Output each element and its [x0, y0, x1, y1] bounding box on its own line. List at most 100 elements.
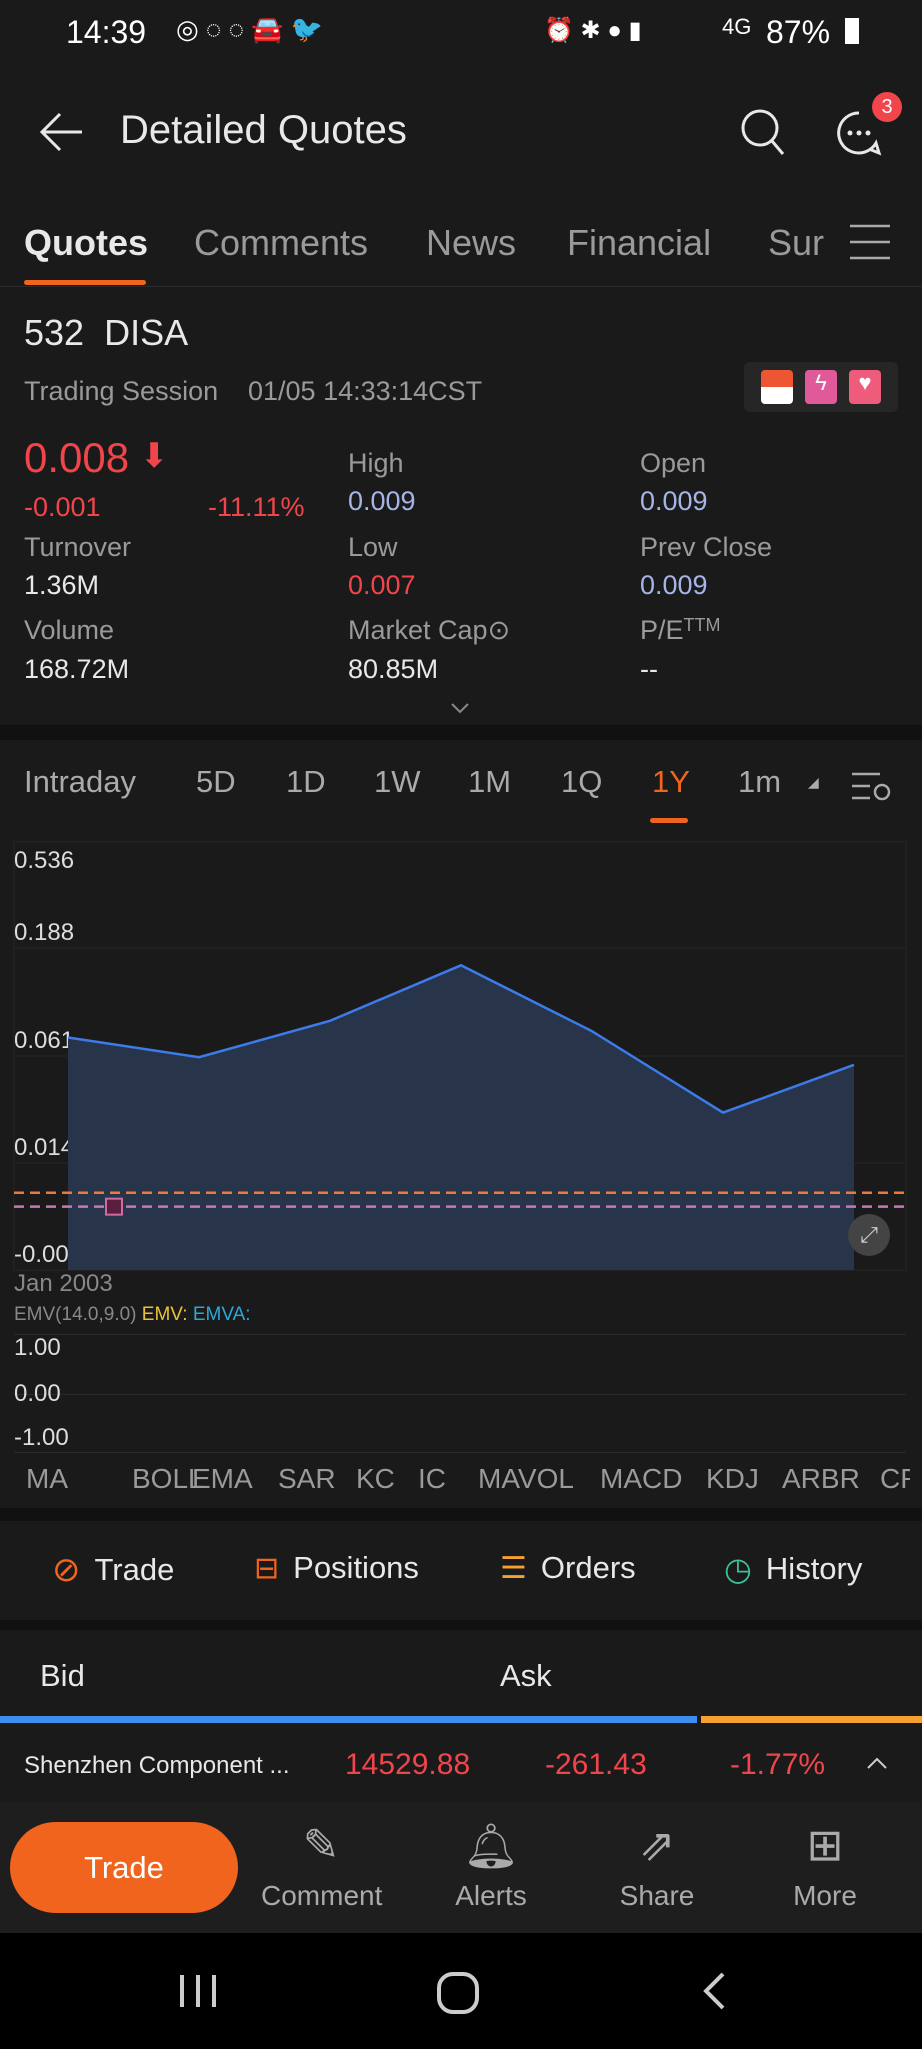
- recent-apps-icon[interactable]: [178, 1973, 218, 2009]
- section-separator: [0, 725, 922, 740]
- tab-financial[interactable]: Financial: [567, 222, 711, 264]
- y-tick-label: 0.536: [14, 847, 74, 874]
- share-icon: ⇗: [638, 1821, 676, 1870]
- pe-value: --: [640, 654, 658, 684]
- volume-value: 168.72M: [24, 654, 130, 684]
- battery-percent: 87%: [766, 14, 831, 50]
- volume-label: Volume: [24, 615, 115, 645]
- info-icon[interactable]: ⊙: [488, 615, 511, 645]
- y-tick-label: 0.188: [14, 919, 74, 946]
- stock-name: DISA: [104, 312, 189, 353]
- market-cap-label[interactable]: Market Cap⊙: [348, 615, 510, 646]
- emv-label: EMV:: [141, 1304, 188, 1325]
- open-value: 0.009: [640, 486, 708, 516]
- indicator-tick: -1.00: [14, 1424, 69, 1451]
- grid-line: [14, 1334, 906, 1335]
- share-button[interactable]: ⇗ Share: [597, 1820, 717, 1912]
- orders-action[interactable]: ☰ Orders: [500, 1550, 636, 1586]
- period-1m[interactable]: 1M: [468, 764, 511, 800]
- bid-label: Bid: [40, 1658, 85, 1693]
- indicator-tab-ic[interactable]: IC: [418, 1463, 446, 1495]
- positions-action[interactable]: ⊟ Positions: [254, 1550, 419, 1586]
- indicator-tab-ema[interactable]: EMA: [192, 1463, 253, 1495]
- trade-button[interactable]: Trade: [10, 1822, 238, 1913]
- turnover-value: 1.36M: [24, 570, 100, 600]
- android-nav-bar: [0, 1933, 922, 2049]
- indicator-tab-cr[interactable]: CR: [880, 1463, 910, 1495]
- indicator-tab-mavol[interactable]: MAVOL: [478, 1463, 574, 1495]
- search-icon[interactable]: [740, 108, 786, 156]
- indicator-tab-kdj[interactable]: KDJ: [706, 1463, 759, 1495]
- period-minute-dropdown[interactable]: 1m: [738, 764, 781, 800]
- low-label: Low: [348, 532, 398, 562]
- more-label: More: [793, 1880, 857, 1911]
- prev-close-label: Prev Close: [640, 532, 773, 562]
- period-1y[interactable]: 1Y: [652, 764, 690, 800]
- period-1q[interactable]: 1Q: [561, 764, 602, 800]
- period-5d[interactable]: 5D: [196, 764, 236, 800]
- grid-line: [14, 1394, 906, 1395]
- indicator-tab-macd[interactable]: MACD: [600, 1463, 682, 1495]
- tab-sur[interactable]: Sur: [768, 222, 824, 264]
- expand-chevron-icon[interactable]: [450, 702, 470, 714]
- positions-action-label: Positions: [293, 1550, 419, 1585]
- trade-action[interactable]: ⊘ Trade: [52, 1550, 174, 1590]
- open-label: Open: [640, 448, 707, 478]
- period-intraday[interactable]: Intraday: [24, 764, 136, 800]
- positions-icon: ⊟: [254, 1551, 280, 1585]
- turnover-label: Turnover: [24, 532, 132, 562]
- back-nav-icon[interactable]: [702, 1971, 726, 2011]
- price-chart[interactable]: 0.5360.1880.0610.014-0.004: [0, 836, 922, 1276]
- status-bar: 14:39 ◎ ◌ ◌ 🚘 🐦 ⏰ ✱ ● ▮ 4G 87%: [0, 0, 922, 66]
- chart-settings-icon[interactable]: [850, 770, 892, 804]
- indicator-tab-ma[interactable]: MA: [26, 1463, 68, 1495]
- pencil-icon: ✎: [302, 1821, 340, 1870]
- indicator-tab-sar[interactable]: SAR: [278, 1463, 336, 1495]
- tab-comments[interactable]: Comments: [194, 222, 368, 264]
- favorite-heart-icon[interactable]: ♥: [849, 370, 881, 404]
- high-value: 0.009: [348, 486, 416, 516]
- active-period-indicator: [650, 818, 688, 823]
- orders-action-label: Orders: [540, 1550, 636, 1585]
- prev-close-value: 0.009: [640, 570, 708, 600]
- ask-bar: [700, 1716, 922, 1723]
- lightning-icon[interactable]: ϟ: [805, 370, 837, 404]
- index-name[interactable]: Shenzhen Component ...: [24, 1752, 290, 1780]
- history-action-label: History: [765, 1551, 863, 1586]
- comment-button[interactable]: ✎ Comment: [261, 1820, 383, 1912]
- trading-session: Trading Session: [24, 376, 219, 406]
- chevron-up-icon[interactable]: [866, 1756, 888, 1770]
- grid-more-icon: ⊞: [806, 1821, 844, 1870]
- position-marker-icon: [105, 1197, 123, 1216]
- section-separator: [0, 1620, 922, 1630]
- more-button[interactable]: ⊞ More: [765, 1820, 885, 1912]
- period-1d[interactable]: 1D: [286, 764, 326, 800]
- fullscreen-icon[interactable]: ⤢: [848, 1214, 890, 1256]
- pe-label: P/ETTM: [640, 615, 721, 646]
- notification-badge: 3: [872, 92, 902, 122]
- price-change: -0.001: [24, 492, 101, 522]
- page-title: Detailed Quotes: [120, 108, 407, 152]
- period-1w[interactable]: 1W: [374, 764, 421, 800]
- low-value: 0.007: [348, 570, 416, 600]
- home-icon[interactable]: [436, 1971, 480, 2015]
- indicator-tick: 1.00: [14, 1334, 61, 1361]
- y-tick-label: 0.014: [14, 1134, 74, 1161]
- menu-icon[interactable]: [850, 224, 890, 260]
- section-separator: [0, 1508, 922, 1521]
- stock-title: 532 DISA: [24, 312, 188, 354]
- tab-news[interactable]: News: [426, 222, 516, 264]
- alerts-button[interactable]: 🔔︎ Alerts: [431, 1820, 551, 1912]
- back-arrow-icon[interactable]: [40, 112, 84, 152]
- last-price: 0.008: [24, 434, 130, 481]
- history-action[interactable]: ◷ History: [724, 1550, 862, 1588]
- divider: [0, 286, 922, 287]
- tab-quotes[interactable]: Quotes: [24, 222, 148, 264]
- bid-bar: [0, 1716, 697, 1723]
- indicator-tab-kc[interactable]: KC: [356, 1463, 395, 1495]
- quote-timestamp: 01/05 14:33:14CST: [248, 376, 483, 406]
- comment-label: Comment: [261, 1880, 383, 1911]
- network-label: 4G: [722, 14, 752, 39]
- pe-suffix: TTM: [683, 615, 721, 635]
- indicator-tab-arbr[interactable]: ARBR: [782, 1463, 860, 1495]
